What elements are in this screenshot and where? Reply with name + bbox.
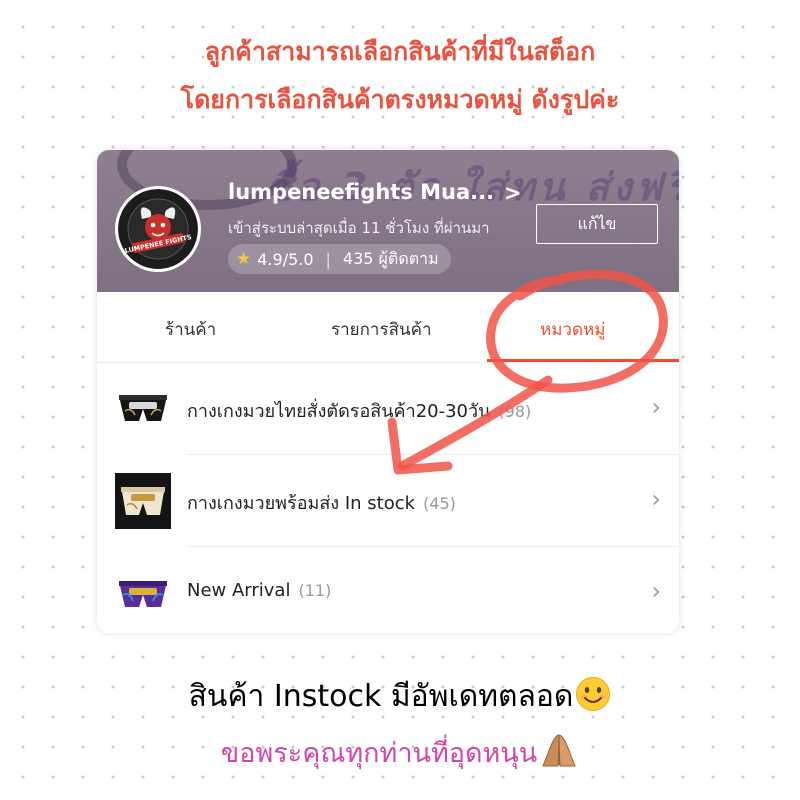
shop-banner: ซื้อ 3 ตัว ใส่ทน ส่งฟรี LUMPENEE FIGHTS … (97, 150, 679, 292)
footer-line-2-text: ขอพระคุณทุกท่านที่อุดหนุน (220, 738, 538, 769)
smiling-face-emoji-icon (576, 677, 611, 711)
shop-avatar[interactable]: LUMPENEE FIGHTS (115, 186, 201, 272)
category-label: New Arrival (11) (187, 580, 331, 601)
tab-shop[interactable]: ร้านค้า (165, 316, 216, 343)
muaythai-shorts-black-thumbnail (115, 381, 171, 437)
chevron-right-icon: › (651, 393, 661, 421)
folded-hands-emoji-icon (542, 734, 576, 767)
tab-products[interactable]: รายการสินค้า (331, 316, 432, 343)
headline-line-2: โดยการเลือกสินค้าตรงหมวดหมู่ ดังรูปค่ะ (180, 85, 620, 114)
chevron-right-icon: › (651, 577, 661, 605)
category-row-new-arrival[interactable]: New Arrival (11) › (97, 547, 679, 633)
star-icon: ★ (236, 249, 252, 269)
muaythai-shorts-purple-thumbnail (115, 565, 171, 621)
headline-line-1: ลูกค้าสามารถเลือกสินค้าที่มีในสต็อก (204, 37, 596, 66)
footer-line-1-text: สินค้า Instock มีอัพเดทตลอด (188, 679, 574, 714)
lumpenee-logo-icon: LUMPENEE FIGHTS (118, 189, 198, 269)
category-count: (98) (498, 402, 532, 421)
footer-line-2: ขอพระคุณทุกท่านที่อุดหนุน (0, 731, 800, 774)
shop-rating: 4.9/5.0 (257, 249, 314, 269)
category-row-instock[interactable]: กางเกงมวยพร้อมส่ง In stock (45) › (97, 455, 679, 547)
category-label: กางเกงมวยพร้อมส่ง In stock (45) (187, 488, 456, 517)
shop-name[interactable]: lumpeneefights Mua... (228, 180, 494, 204)
edit-button[interactable]: แก้ไข (536, 204, 658, 244)
shop-chevron-icon[interactable]: > (504, 181, 522, 205)
category-name: กางเกงมวยไทยสั่งตัดรอสินค้า20-30วัน (187, 401, 491, 422)
category-count: (45) (423, 494, 456, 513)
follower-count: 435 ผู้ติดตาม (342, 248, 439, 268)
last-login-text: เข้าสู่ระบบล่าสุดเมื่อ 11 ชั่วโมง ที่ผ่า… (228, 219, 490, 237)
category-name: กางเกงมวยพร้อมส่ง In stock (187, 493, 416, 514)
active-tab-indicator (487, 359, 679, 362)
chevron-right-icon: › (651, 485, 661, 513)
rating-followers-pill: ★ 4.9/5.0 | 435 ผู้ติดตาม (228, 244, 451, 274)
shop-card: ซื้อ 3 ตัว ใส่ทน ส่งฟรี LUMPENEE FIGHTS … (97, 150, 679, 633)
category-name: New Arrival (187, 580, 291, 601)
footer-line-1: สินค้า Instock มีอัพเดทตลอด (0, 673, 800, 720)
tab-categories[interactable]: หมวดหมู่ (540, 316, 605, 343)
muaythai-shorts-white-thumbnail (115, 473, 171, 529)
category-count: (11) (298, 581, 332, 600)
category-label: กางเกงมวยไทยสั่งตัดรอสินค้า20-30วัน (98) (187, 396, 531, 425)
shop-tabs: ร้านค้า รายการสินค้า หมวดหมู่ (97, 292, 679, 363)
category-row-custom[interactable]: กางเกงมวยไทยสั่งตัดรอสินค้า20-30วัน (98) … (97, 363, 679, 455)
pill-separator: | (325, 249, 331, 269)
